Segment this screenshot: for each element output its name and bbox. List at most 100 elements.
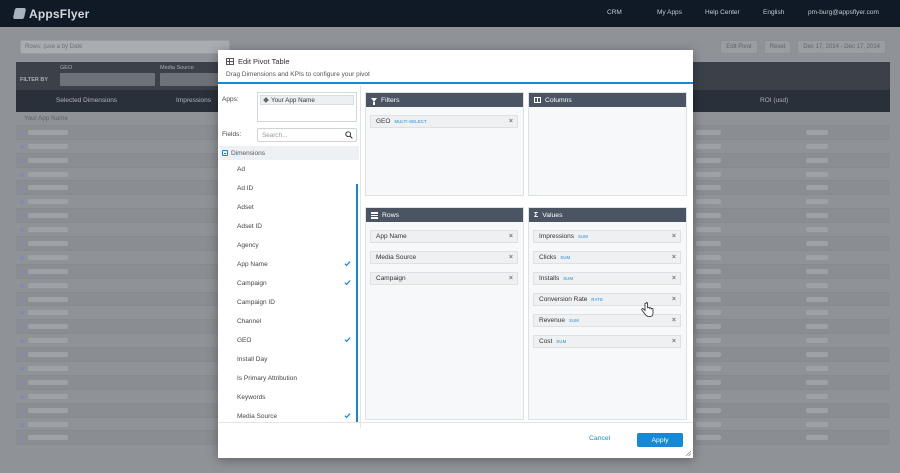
value-chip-label: Revenue <box>539 317 566 324</box>
row-chip[interactable]: Campaign × <box>370 272 518 285</box>
column-header-dimensions[interactable]: Selected Dimensions <box>56 97 117 104</box>
remove-icon[interactable]: × <box>672 275 676 282</box>
columns-drop-zone[interactable]: Columns <box>528 92 687 196</box>
remove-icon[interactable]: × <box>509 254 513 261</box>
nav-language[interactable]: English <box>763 9 784 16</box>
remove-icon[interactable]: × <box>509 118 513 125</box>
row-dot-icon <box>20 269 24 274</box>
remove-icon[interactable]: × <box>672 233 676 240</box>
value-chip[interactable]: Clicks SUM × <box>533 251 681 264</box>
filter-chip[interactable]: GEO MULTI-SELECT × <box>370 115 518 128</box>
row-cell-placeholder <box>806 241 828 247</box>
collapse-icon[interactable] <box>222 150 228 156</box>
row-cell-placeholder <box>696 379 721 385</box>
row-cell-placeholder <box>806 338 828 344</box>
row-chip[interactable]: Media Source × <box>370 251 518 264</box>
list-scrollbar[interactable] <box>356 184 358 422</box>
dimension-item[interactable]: Agency <box>220 236 359 255</box>
column-header-roi[interactable]: ROI (usd) <box>760 97 788 104</box>
columns-panel-title: Columns <box>545 96 572 104</box>
resize-handle-icon[interactable] <box>685 450 691 456</box>
cancel-button[interactable]: Cancel <box>589 435 610 442</box>
reset-button[interactable]: Reset <box>763 40 792 54</box>
value-chip-label: Clicks <box>539 254 557 261</box>
row-dot-icon <box>20 172 24 177</box>
dimension-item[interactable]: Adset ID <box>220 217 359 236</box>
dimension-item[interactable]: Keywords <box>220 388 359 407</box>
rows-panel-header: Rows <box>366 208 523 222</box>
value-chip-label: Conversion Rate <box>539 296 588 303</box>
value-chip[interactable]: Installs SUM × <box>533 272 681 285</box>
dimension-item[interactable]: App Name <box>220 255 359 274</box>
search-input[interactable] <box>258 129 343 141</box>
row-cell-placeholder <box>696 199 721 205</box>
row-dot-icon <box>20 158 24 163</box>
diamond-icon <box>263 97 269 103</box>
selected-app-chip[interactable]: Your App Name <box>260 95 354 105</box>
remove-icon[interactable]: × <box>672 254 676 261</box>
logo-text: AppsFlyer <box>29 6 90 21</box>
apps-label: Apps: <box>222 96 239 103</box>
value-chip[interactable]: Conversion Rate RATE × <box>533 293 681 306</box>
fields-pane: Apps: Your App Name Fields: Dimensions A… <box>218 86 361 428</box>
row-chip-label: App Name <box>376 233 407 240</box>
dimensions-header-label: Dimensions <box>231 149 265 157</box>
nav-crm[interactable]: CRM <box>607 9 622 16</box>
row-dot-icon <box>20 242 24 247</box>
geo-filter-input[interactable] <box>60 73 155 86</box>
row-cell-placeholder <box>28 185 68 191</box>
row-chip-label: Campaign <box>376 275 406 282</box>
modal-footer: Cancel Apply <box>218 422 693 458</box>
row-dot-icon <box>20 339 24 344</box>
rows-drop-zone[interactable]: Rows App Name × Media Source × Campaign × <box>365 207 524 420</box>
row-dot-icon <box>20 325 24 330</box>
remove-icon[interactable]: × <box>672 296 676 303</box>
dimension-item[interactable]: GEO <box>220 331 359 350</box>
date-range-picker[interactable]: Dec 17, 2014 - Dec 17, 2014 <box>797 40 886 54</box>
dimension-label: Install Day <box>237 356 268 363</box>
dimensions-group-header[interactable]: Dimensions <box>220 146 359 160</box>
nav-my-apps[interactable]: My Apps <box>657 9 682 16</box>
row-cell-placeholder <box>696 366 721 372</box>
dimension-item[interactable]: Campaign ID <box>220 293 359 312</box>
dimension-item[interactable]: Adset <box>220 198 359 217</box>
search-field <box>257 128 357 142</box>
values-drop-zone[interactable]: Σ Values Impressions SUM × Clicks SUM × Instal… <box>528 207 687 420</box>
remove-icon[interactable]: × <box>672 317 676 324</box>
value-chip[interactable]: Revenue SUM × <box>533 314 681 327</box>
edit-pivot-button[interactable]: Edit Pivot <box>720 40 758 54</box>
row-dot-icon <box>20 353 24 358</box>
remove-icon[interactable]: × <box>509 275 513 282</box>
remove-icon[interactable]: × <box>509 233 513 240</box>
remove-icon[interactable]: × <box>672 338 676 345</box>
aggregation-tag: SUM <box>563 276 574 281</box>
filters-drop-zone[interactable]: Filters GEO MULTI-SELECT × <box>365 92 524 196</box>
dimension-item[interactable]: Campaign <box>220 274 359 293</box>
appsflyer-logo[interactable]: AppsFlyer <box>12 6 90 21</box>
dimension-label: Keywords <box>237 394 266 401</box>
first-row-label: Your App Name <box>24 115 68 122</box>
row-cell-placeholder <box>28 268 68 274</box>
rows-selector[interactable]: Rows: (use a by Date <box>20 40 230 54</box>
filters-panel-header: Filters <box>366 93 523 107</box>
rows-panel-title: Rows <box>382 211 399 219</box>
value-chip[interactable]: Cost SUM × <box>533 335 681 348</box>
dimension-item[interactable]: Install Day <box>220 350 359 369</box>
row-cell-placeholder <box>28 393 68 399</box>
dimension-item[interactable]: Is Primary Attribution <box>220 369 359 388</box>
dimension-item[interactable]: Channel <box>220 312 359 331</box>
checkmark-icon <box>344 337 351 343</box>
nav-user-account[interactable]: pm-burg@appsflyer.com <box>808 9 879 16</box>
search-icon[interactable] <box>345 131 353 139</box>
row-cell-placeholder <box>806 421 828 427</box>
dimension-item[interactable]: Ad <box>220 160 359 179</box>
nav-help-center[interactable]: Help Center <box>705 9 740 16</box>
apply-button[interactable]: Apply <box>637 433 683 447</box>
dimension-item[interactable]: Ad ID <box>220 179 359 198</box>
value-chip[interactable]: Impressions SUM × <box>533 230 681 243</box>
row-cell-placeholder <box>696 310 721 316</box>
row-chip[interactable]: App Name × <box>370 230 518 243</box>
apps-selector[interactable]: Your App Name <box>257 92 357 122</box>
column-header-impressions[interactable]: Impressions <box>176 97 211 104</box>
row-cell-placeholder <box>696 129 721 135</box>
